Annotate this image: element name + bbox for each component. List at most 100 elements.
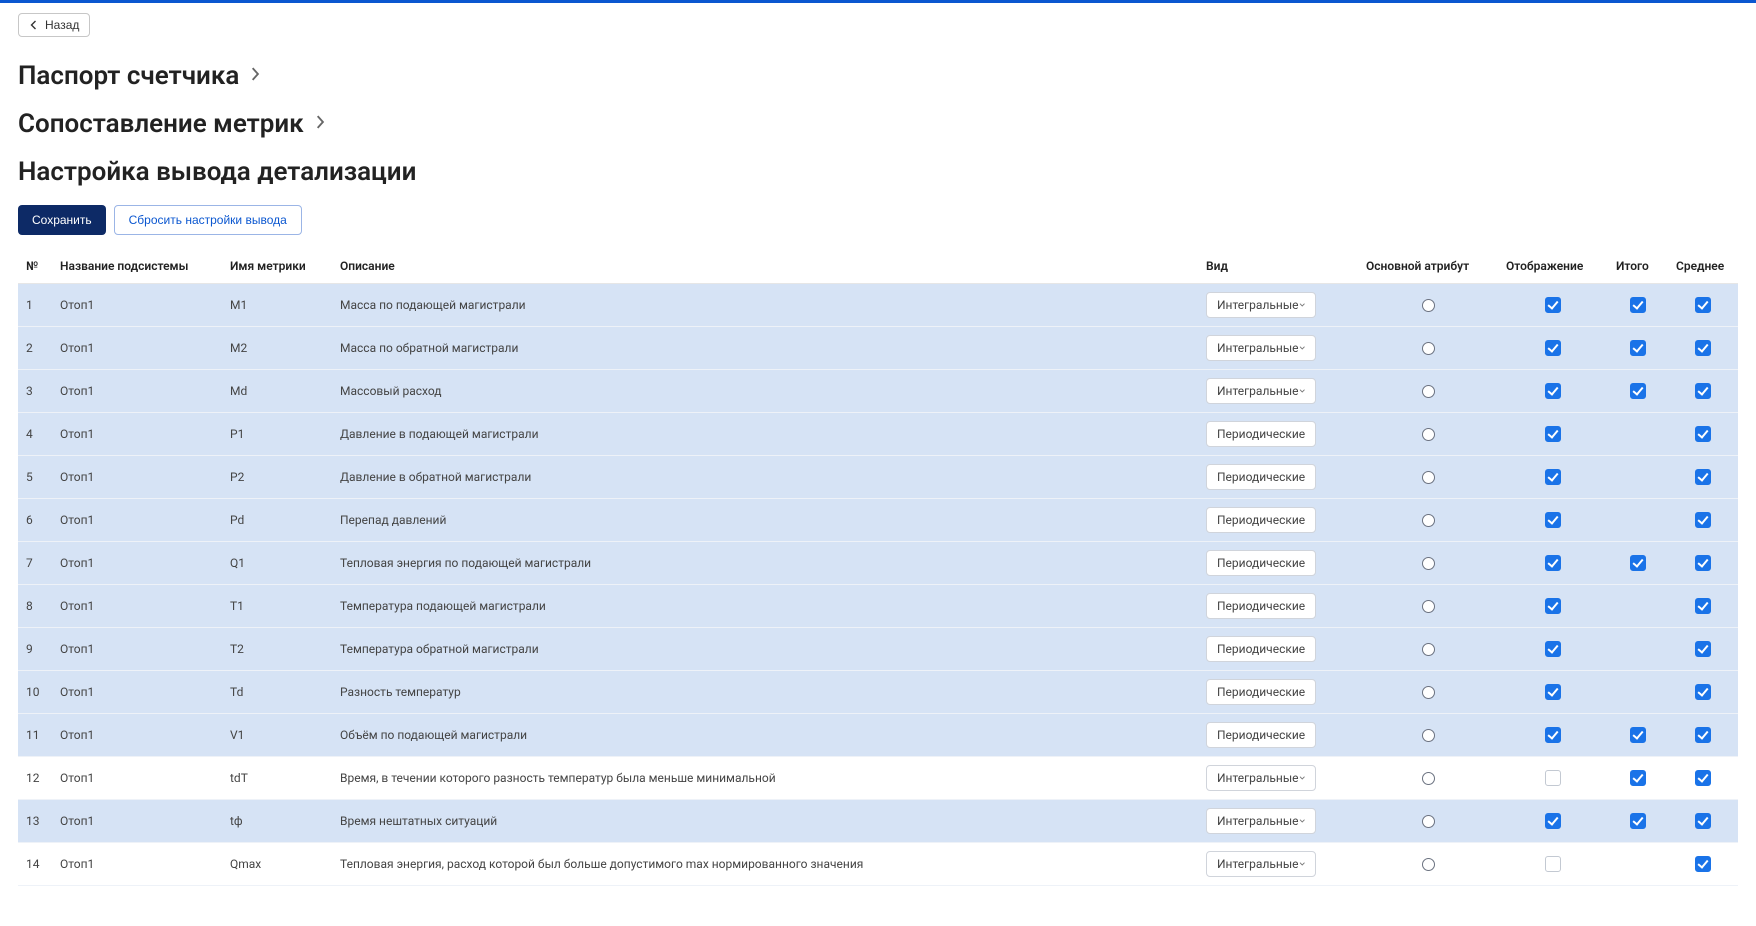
cell-subsystem: Отоп1 [52, 714, 222, 757]
checkbox[interactable] [1695, 469, 1711, 485]
radio[interactable] [1422, 686, 1435, 699]
checkbox[interactable] [1695, 426, 1711, 442]
table-row: 1Отоп1M1Масса по подающей магистралиИнте… [18, 284, 1738, 327]
section-passport[interactable]: Паспорт счетчика [18, 61, 1738, 91]
radio[interactable] [1422, 600, 1435, 613]
table-row: 5Отоп1P2Давление в обратной магистралиПе… [18, 456, 1738, 499]
cell-idx: 9 [18, 628, 52, 671]
checkbox[interactable] [1695, 383, 1711, 399]
radio[interactable] [1422, 342, 1435, 355]
table-row: 2Отоп1M2Масса по обратной магистралиИнте… [18, 327, 1738, 370]
cell-subsystem: Отоп1 [52, 628, 222, 671]
radio[interactable] [1422, 729, 1435, 742]
checkbox[interactable] [1545, 641, 1561, 657]
kind-value: Периодические [1217, 470, 1305, 484]
checkbox[interactable] [1545, 727, 1561, 743]
checkbox[interactable] [1545, 555, 1561, 571]
checkbox[interactable] [1695, 297, 1711, 313]
radio[interactable] [1422, 858, 1435, 871]
cell-metric: Md [222, 370, 332, 413]
cell-subsystem: Отоп1 [52, 370, 222, 413]
kind-select[interactable]: Периодические [1206, 593, 1316, 619]
th-display: Отображение [1498, 249, 1608, 284]
checkbox[interactable] [1695, 770, 1711, 786]
kind-select[interactable]: Интегральные [1206, 378, 1316, 404]
checkbox[interactable] [1695, 813, 1711, 829]
kind-value: Периодические [1217, 642, 1305, 656]
cell-idx: 14 [18, 843, 52, 886]
table-row: 6Отоп1PdПерепад давленийПериодические [18, 499, 1738, 542]
radio[interactable] [1422, 471, 1435, 484]
chevron-right-icon [249, 67, 261, 85]
checkbox[interactable] [1545, 469, 1561, 485]
radio[interactable] [1422, 428, 1435, 441]
checkbox[interactable] [1695, 340, 1711, 356]
kind-select[interactable]: Интегральные [1206, 765, 1316, 791]
checkbox[interactable] [1630, 555, 1646, 571]
kind-select[interactable]: Периодические [1206, 507, 1316, 533]
chevron-down-icon [1299, 816, 1305, 826]
cell-description: Тепловая энергия по подающей магистрали [332, 542, 1198, 585]
kind-select[interactable]: Интегральные [1206, 808, 1316, 834]
radio[interactable] [1422, 385, 1435, 398]
table-row: 12Отоп1tdTВремя, в течении которого разн… [18, 757, 1738, 800]
cell-metric: tdT [222, 757, 332, 800]
checkbox[interactable] [1545, 383, 1561, 399]
back-button[interactable]: Назад [18, 13, 90, 37]
checkbox[interactable] [1545, 856, 1561, 872]
checkbox[interactable] [1630, 770, 1646, 786]
back-label: Назад [45, 18, 79, 32]
checkbox[interactable] [1695, 684, 1711, 700]
checkbox[interactable] [1545, 512, 1561, 528]
checkbox[interactable] [1695, 512, 1711, 528]
radio[interactable] [1422, 815, 1435, 828]
checkbox[interactable] [1695, 856, 1711, 872]
radio[interactable] [1422, 557, 1435, 570]
cell-idx: 2 [18, 327, 52, 370]
radio[interactable] [1422, 772, 1435, 785]
checkbox[interactable] [1695, 727, 1711, 743]
cell-subsystem: Отоп1 [52, 800, 222, 843]
kind-select[interactable]: Периодические [1206, 679, 1316, 705]
kind-select[interactable]: Периодические [1206, 722, 1316, 748]
table-row: 13Отоп1tфВремя нештатных ситуацийИнтегра… [18, 800, 1738, 843]
checkbox[interactable] [1695, 641, 1711, 657]
kind-select[interactable]: Интегральные [1206, 335, 1316, 361]
save-button[interactable]: Сохранить [18, 205, 106, 235]
checkbox[interactable] [1695, 555, 1711, 571]
checkbox[interactable] [1630, 813, 1646, 829]
cell-description: Давление в обратной магистрали [332, 456, 1198, 499]
cell-metric: Pd [222, 499, 332, 542]
checkbox[interactable] [1695, 598, 1711, 614]
radio[interactable] [1422, 514, 1435, 527]
checkbox[interactable] [1545, 770, 1561, 786]
checkbox[interactable] [1545, 340, 1561, 356]
checkbox[interactable] [1630, 383, 1646, 399]
kind-value: Периодические [1217, 599, 1305, 613]
kind-select[interactable]: Периодические [1206, 636, 1316, 662]
checkbox[interactable] [1630, 297, 1646, 313]
cell-metric: Td [222, 671, 332, 714]
kind-select[interactable]: Периодические [1206, 421, 1316, 447]
th-main-attr: Основной атрибут [1358, 249, 1498, 284]
th-idx: № [18, 249, 52, 284]
kind-select[interactable]: Интегральные [1206, 292, 1316, 318]
checkbox[interactable] [1630, 727, 1646, 743]
table-row: 3Отоп1MdМассовый расходИнтегральные [18, 370, 1738, 413]
cell-description: Разность температур [332, 671, 1198, 714]
kind-select[interactable]: Периодические [1206, 550, 1316, 576]
checkbox[interactable] [1545, 426, 1561, 442]
kind-select[interactable]: Периодические [1206, 464, 1316, 490]
checkbox[interactable] [1545, 598, 1561, 614]
reset-button[interactable]: Сбросить настройки вывода [114, 205, 302, 235]
checkbox[interactable] [1545, 813, 1561, 829]
kind-select[interactable]: Интегральные [1206, 851, 1316, 877]
checkbox[interactable] [1545, 297, 1561, 313]
cell-idx: 3 [18, 370, 52, 413]
radio[interactable] [1422, 299, 1435, 312]
checkbox[interactable] [1545, 684, 1561, 700]
section-mapping[interactable]: Сопоставление метрик [18, 109, 1738, 139]
cell-description: Время нештатных ситуаций [332, 800, 1198, 843]
checkbox[interactable] [1630, 340, 1646, 356]
radio[interactable] [1422, 643, 1435, 656]
